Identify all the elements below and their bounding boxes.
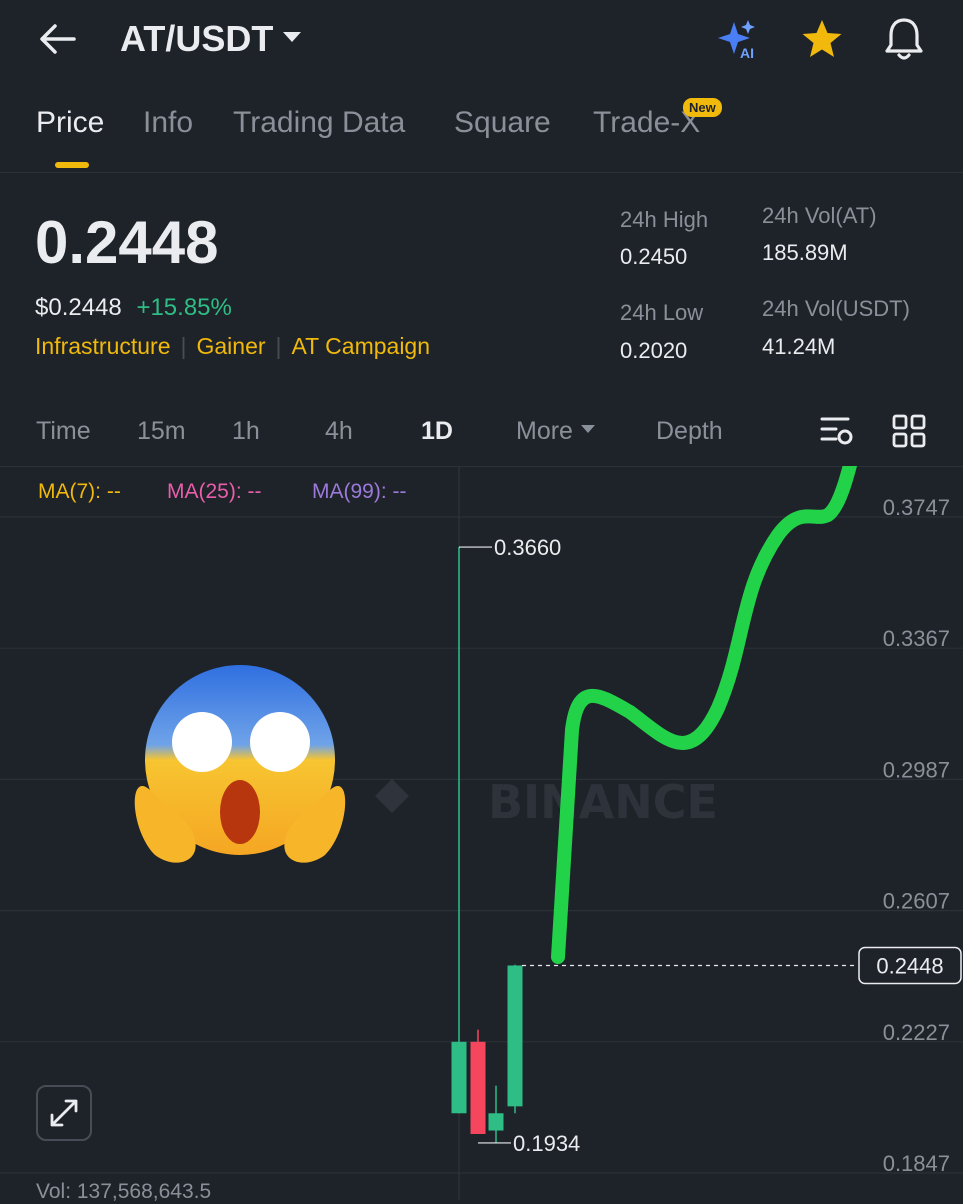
tab-bar: Price Info Trading Data Square Trade-X N…	[0, 98, 963, 173]
tag-divider: |	[180, 333, 187, 359]
tag-divider: |	[275, 333, 282, 359]
low-label: 24h Low	[620, 300, 704, 325]
ai-label: AI	[740, 45, 754, 61]
tag-at-campaign[interactable]: AT Campaign	[292, 333, 431, 359]
fullscreen-button[interactable]	[36, 1085, 92, 1141]
last-price: 0.2448	[35, 209, 219, 276]
candle-body	[451, 1041, 467, 1114]
new-badge: New	[683, 98, 722, 117]
interval-1d[interactable]: 1D	[421, 417, 453, 446]
high-value: 0.2450	[620, 244, 688, 269]
chevron-down-icon	[283, 32, 302, 43]
volume-readout: Vol: 137,568,643.5	[36, 1180, 212, 1203]
expand-icon	[50, 1099, 78, 1127]
y-tick-label: 0.2227	[883, 1020, 950, 1045]
tab-square[interactable]: Square	[454, 106, 551, 140]
low-value: 0.2020	[620, 338, 688, 363]
tag-gainer[interactable]: Gainer	[196, 333, 265, 359]
high-marker-label: 0.3660	[494, 535, 561, 560]
vol-usdt-label: 24h Vol(USDT)	[762, 296, 910, 321]
interval-1h[interactable]: 1h	[232, 417, 260, 446]
low-marker-label: 0.1934	[513, 1131, 580, 1156]
pair-selector[interactable]: AT/USDT	[120, 18, 302, 60]
interval-4h[interactable]: 4h	[325, 417, 353, 446]
vol-at-value: 185.89M	[762, 240, 848, 265]
tag-infrastructure[interactable]: Infrastructure	[35, 333, 171, 359]
pair-title: AT/USDT	[120, 18, 274, 59]
active-tab-indicator	[55, 162, 89, 168]
usd-price: $0.2448	[35, 294, 122, 321]
top-bar: AT/USDT AI	[0, 0, 963, 86]
grid-layout-icon[interactable]	[892, 414, 926, 448]
vol-at-label: 24h Vol(AT)	[762, 203, 877, 228]
current-price-label: 0.2448	[876, 953, 943, 978]
y-tick-label: 0.2607	[883, 889, 950, 914]
candle-body	[470, 1041, 486, 1134]
ai-sparkle-icon[interactable]: AI	[718, 18, 764, 62]
chevron-down-icon	[580, 425, 595, 434]
interval-time[interactable]: Time	[36, 417, 91, 446]
tab-price[interactable]: Price	[36, 106, 104, 140]
y-tick-label: 0.1847	[883, 1151, 950, 1176]
tag-list: Infrastructure | Gainer | AT Campaign	[35, 333, 430, 360]
y-tick-label: 0.3747	[883, 495, 950, 520]
star-icon[interactable]	[800, 18, 844, 60]
binance-logo-icon	[375, 779, 409, 813]
high-label: 24h High	[620, 207, 709, 232]
back-arrow-icon[interactable]	[38, 22, 78, 56]
binance-watermark: BINANCE	[488, 775, 718, 829]
interval-depth[interactable]: Depth	[656, 417, 723, 446]
hand-drawn-trend-line	[551, 466, 858, 964]
y-axis-labels: 0.3747 0.3367 0.2987 0.2607 0.2227 0.1847	[883, 495, 950, 1176]
indicator-settings-icon[interactable]	[818, 413, 856, 449]
screaming-face-emoji-icon	[134, 665, 346, 863]
y-tick-label: 0.3367	[883, 626, 950, 651]
tab-trading-data[interactable]: Trading Data	[233, 106, 405, 140]
price-subline: $0.2448 +15.85%	[35, 294, 232, 322]
candlestick-chart: BINANCE 0.37470.33670.29870.26070.22270.…	[0, 466, 963, 1200]
candles	[451, 547, 523, 1143]
candle-body	[488, 1113, 504, 1131]
price-change: +15.85%	[136, 294, 232, 321]
bell-icon[interactable]	[883, 16, 925, 62]
vol-usdt-value: 41.24M	[762, 334, 836, 359]
candle-body	[507, 965, 523, 1107]
interval-more[interactable]: More	[516, 417, 595, 446]
interval-15m[interactable]: 15m	[137, 417, 186, 446]
y-tick-label: 0.2987	[883, 757, 950, 782]
tab-info[interactable]: Info	[143, 106, 193, 140]
interval-more-label: More	[516, 417, 573, 445]
